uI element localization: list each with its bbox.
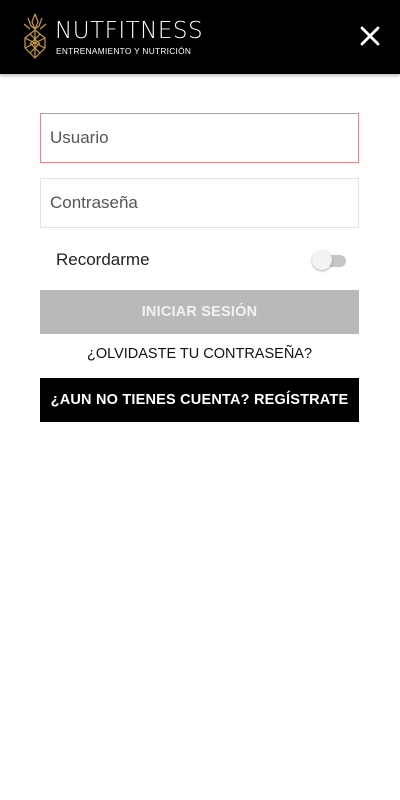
remember-me-row: Recordarme bbox=[40, 240, 359, 280]
brand-name: NUTFITNESS bbox=[55, 18, 204, 44]
remember-me-toggle[interactable] bbox=[312, 249, 348, 271]
login-screen: NUTFITNESS ENTRENAMIENTO Y NUTRICIÓN Rec… bbox=[0, 0, 400, 800]
brand-logo: NUTFITNESS ENTRENAMIENTO Y NUTRICIÓN bbox=[20, 12, 204, 62]
app-header: NUTFITNESS ENTRENAMIENTO Y NUTRICIÓN bbox=[0, 0, 400, 74]
pineapple-logo-icon bbox=[23, 13, 47, 59]
register-button[interactable]: ¿AUN NO TIENES CUENTA? REGÍSTRATE bbox=[40, 378, 359, 422]
brand-tagline: ENTRENAMIENTO Y NUTRICIÓN bbox=[56, 46, 192, 56]
username-input[interactable] bbox=[40, 113, 359, 163]
remember-me-label: Recordarme bbox=[56, 250, 150, 269]
password-input[interactable] bbox=[40, 178, 359, 228]
close-icon bbox=[360, 26, 380, 46]
login-button[interactable]: INICIAR SESIÓN bbox=[40, 290, 359, 334]
close-button[interactable] bbox=[358, 24, 382, 48]
toggle-thumb bbox=[312, 250, 332, 270]
forgot-password-link[interactable]: ¿OLVIDASTE TU CONTRASEÑA? bbox=[40, 346, 359, 362]
